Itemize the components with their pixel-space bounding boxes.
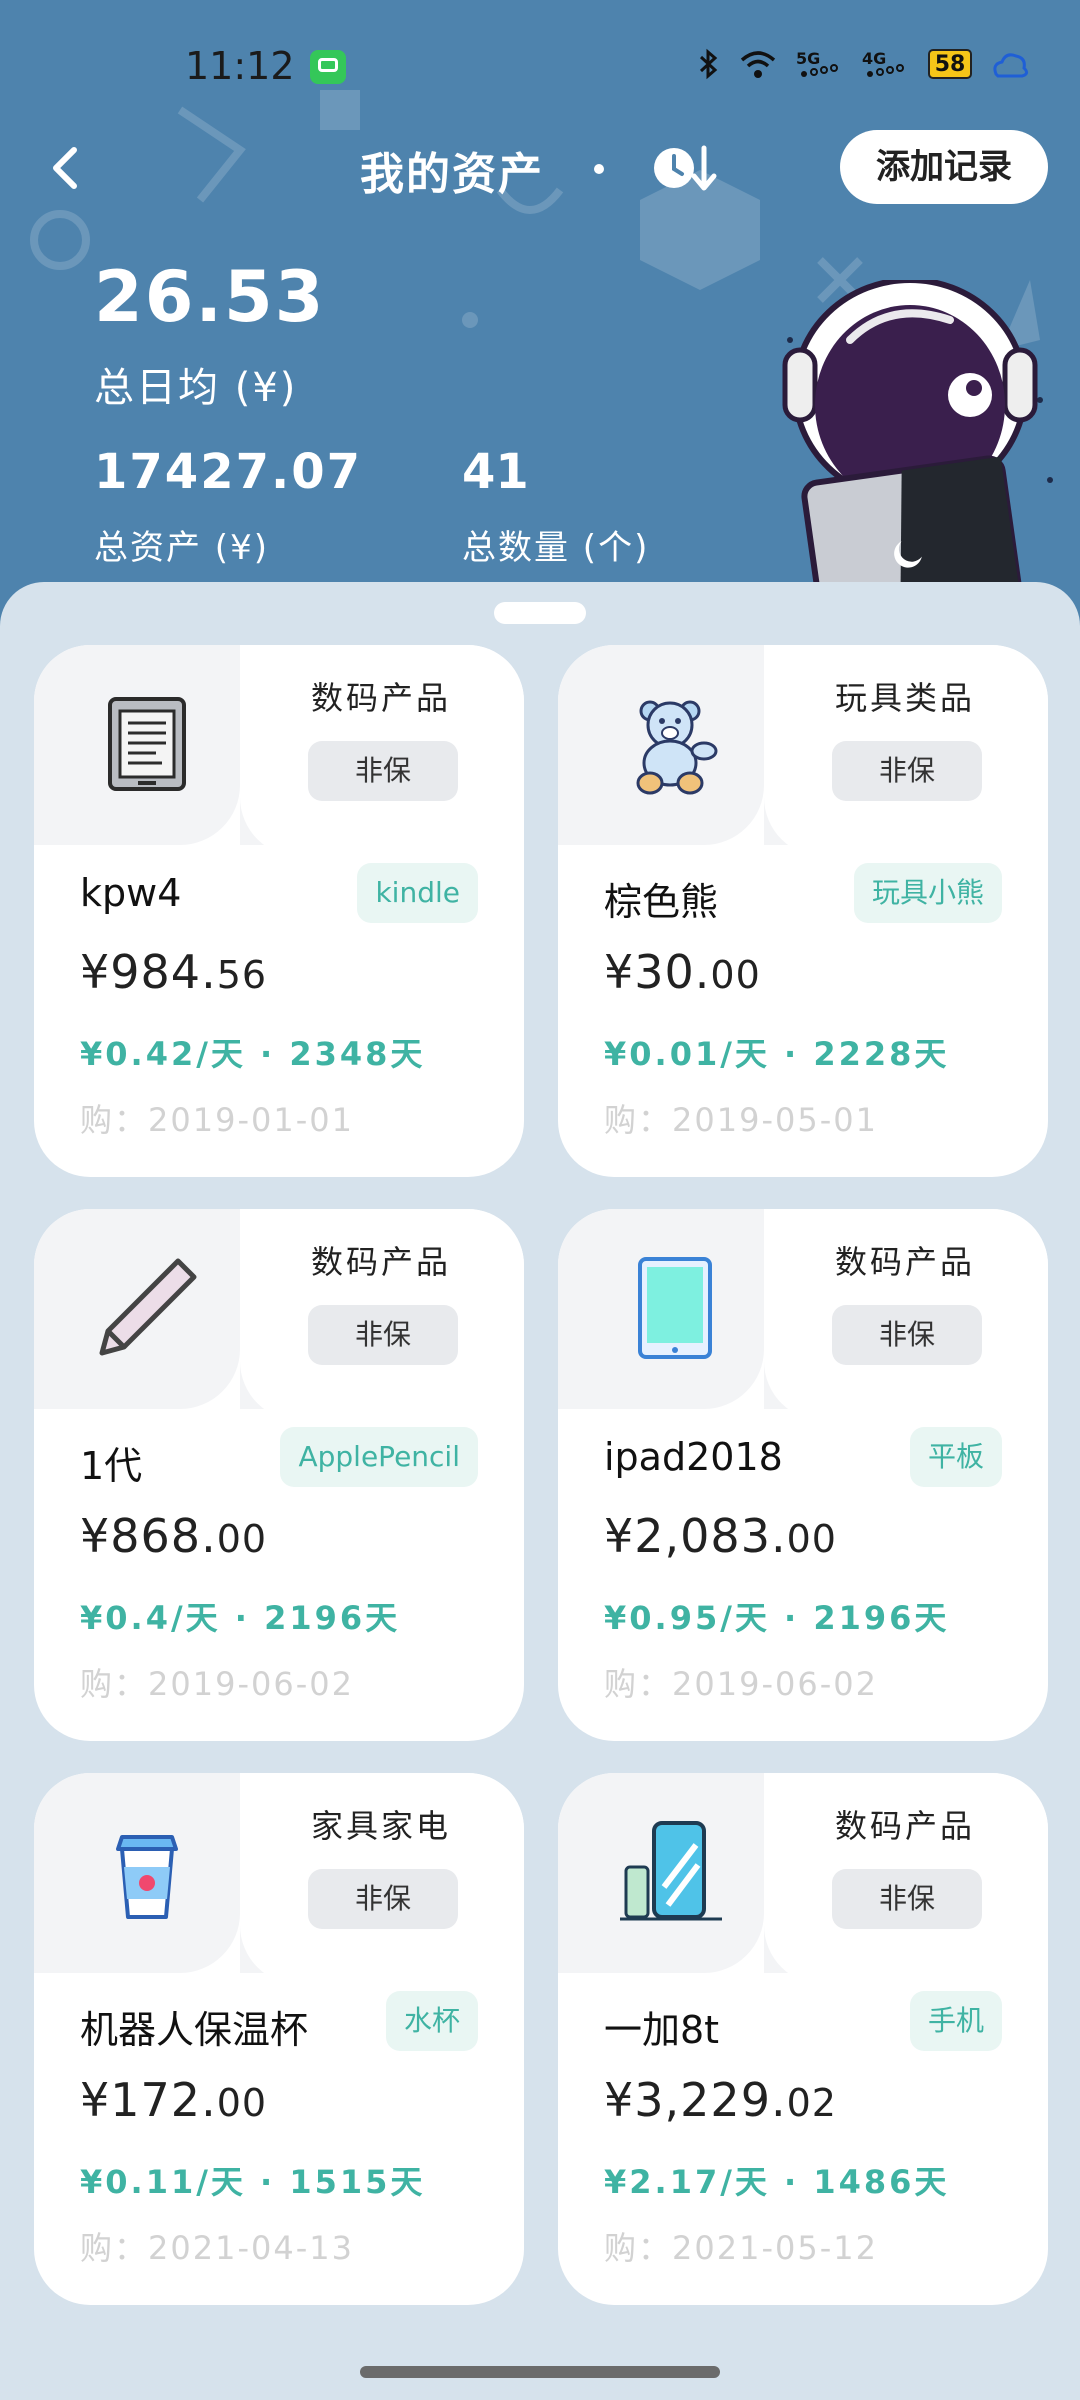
purchase-date: 购：2019-05-01	[604, 1101, 878, 1139]
asset-card[interactable]: 数码产品 非保 kpw4 kindle ¥984.56 ¥0.42/天 · 23…	[34, 645, 524, 1177]
title-dot	[594, 164, 604, 174]
purchase-date: 购：2019-01-01	[80, 1101, 354, 1139]
svg-text:4G: 4G	[862, 49, 886, 68]
4g-signal-icon: 4G	[862, 49, 904, 77]
insurance-badge: 非保	[832, 1869, 982, 1929]
svg-text:5G: 5G	[796, 49, 820, 68]
daily-cost: ¥0.95/天 · 2196天	[604, 1599, 950, 1637]
status-icons: 5G 4G 58	[698, 48, 1030, 80]
item-price: ¥984.56	[80, 945, 267, 999]
item-price: ¥172.00	[80, 2073, 267, 2127]
daily-cost: ¥0.42/天 · 2348天	[80, 1035, 426, 1073]
item-tag: 手机	[909, 1991, 1002, 2051]
asset-card[interactable]: 家具家电 非保 机器人保温杯 水杯 ¥172.00 ¥0.11/天 · 1515…	[34, 1773, 524, 2305]
add-record-button[interactable]: 添加记录	[840, 130, 1048, 204]
drag-handle[interactable]	[494, 602, 586, 624]
daily-average-value: 26.53	[94, 256, 326, 338]
purchase-date: 购：2019-06-02	[604, 1665, 878, 1703]
category-label: 数码产品	[310, 1243, 451, 1281]
category-label: 玩具类品	[834, 679, 975, 717]
purchase-date: 购：2021-04-13	[80, 2229, 354, 2267]
price-main: ¥172.	[80, 2073, 217, 2127]
wifi-icon	[740, 51, 776, 78]
battery-icon: 58	[928, 49, 972, 79]
item-tag: ApplePencil	[280, 1427, 478, 1487]
message-notification-icon	[310, 50, 346, 84]
price-decimal: 00	[786, 1517, 837, 1561]
item-price: ¥2,083.00	[604, 1509, 837, 1563]
status-time: 11:12	[185, 44, 295, 88]
price-decimal: 00	[216, 2081, 268, 2125]
item-tag: 平板	[909, 1427, 1002, 1487]
item-price: ¥30.00	[604, 945, 761, 999]
insurance-badge: 非保	[832, 1305, 982, 1365]
price-decimal: 02	[786, 2081, 837, 2125]
total-assets-label: 总资产 (¥)	[94, 528, 269, 568]
phone-icon	[620, 1821, 722, 1921]
item-price: ¥868.00	[80, 1509, 267, 1563]
total-assets-value: 17427.07	[94, 444, 363, 500]
cloud-icon	[993, 53, 1029, 78]
daily-average-label: 总日均 (¥)	[94, 365, 298, 411]
daily-cost: ¥0.11/天 · 1515天	[80, 2163, 426, 2201]
item-name: kpw4	[80, 871, 182, 915]
item-name: 棕色熊	[604, 880, 719, 924]
total-count-value: 41	[462, 444, 529, 500]
price-main: ¥30.	[604, 945, 711, 999]
insurance-badge: 非保	[308, 1869, 458, 1929]
asset-card[interactable]: 玩具类品 非保 棕色熊 玩具小熊 ¥30.00 ¥0.01/天 · 2228天 …	[558, 645, 1048, 1177]
total-count-label: 总数量 (个)	[462, 528, 650, 568]
daily-cost: ¥2.17/天 · 1486天	[604, 2163, 950, 2201]
time-sort-icon[interactable]	[650, 138, 718, 198]
purchase-date: 购：2021-05-12	[604, 2229, 878, 2267]
bluetooth-icon	[699, 48, 718, 80]
teddy-bear-icon	[636, 700, 718, 795]
status-bar: 11:12 5G 4G 58	[0, 40, 1080, 96]
page-title: 我的资产	[360, 149, 544, 200]
asset-card[interactable]: 数码产品 非保 一加8t 手机 ¥3,229.02 ¥2.17/天 · 1486…	[558, 1773, 1048, 2305]
pencil-icon	[99, 1258, 197, 1356]
item-name: 1代	[80, 1444, 143, 1488]
item-name: 机器人保温杯	[80, 2008, 309, 2052]
cup-icon	[116, 1835, 178, 1919]
item-tag: 水杯	[385, 1991, 478, 2051]
insurance-badge: 非保	[308, 1305, 458, 1365]
tablet-icon	[638, 1257, 712, 1359]
daily-cost: ¥0.01/天 · 2228天	[604, 1035, 950, 1073]
category-label: 数码产品	[834, 1807, 975, 1845]
daily-cost: ¥0.4/天 · 2196天	[80, 1599, 401, 1637]
price-main: ¥984.	[80, 945, 217, 999]
category-label: 数码产品	[310, 679, 451, 717]
kindle-icon	[108, 697, 186, 791]
category-label: 数码产品	[834, 1243, 975, 1281]
category-label: 家具家电	[310, 1807, 451, 1845]
home-indicator[interactable]	[360, 2366, 720, 2378]
price-main: ¥2,083.	[604, 1509, 787, 1563]
price-decimal: 56	[216, 953, 268, 997]
asset-card[interactable]: 数码产品 非保 1代 ApplePencil ¥868.00 ¥0.4/天 · …	[34, 1209, 524, 1741]
item-price: ¥3,229.02	[604, 2073, 837, 2127]
item-tag: kindle	[357, 863, 478, 923]
asset-card[interactable]: 数码产品 非保 ipad2018 平板 ¥2,083.00 ¥0.95/天 · …	[558, 1209, 1048, 1741]
nav-bar: 我的资产 添加记录	[0, 120, 1080, 216]
insurance-badge: 非保	[832, 741, 982, 801]
item-name: 一加8t	[604, 2008, 720, 2052]
item-name: ipad2018	[604, 1435, 783, 1479]
price-decimal: 00	[216, 1517, 268, 1561]
header: 11:12 5G 4G 58 我的资产 添加记录 26.53 总日均 (¥) 1…	[0, 0, 1080, 640]
insurance-badge: 非保	[308, 741, 458, 801]
5g-signal-icon: 5G	[796, 49, 838, 77]
purchase-date: 购：2019-06-02	[80, 1665, 354, 1703]
back-arrow-icon[interactable]	[40, 140, 96, 196]
price-main: ¥3,229.	[604, 2073, 787, 2127]
price-main: ¥868.	[80, 1509, 217, 1563]
item-tag: 玩具小熊	[853, 863, 1002, 923]
price-decimal: 00	[710, 953, 761, 997]
